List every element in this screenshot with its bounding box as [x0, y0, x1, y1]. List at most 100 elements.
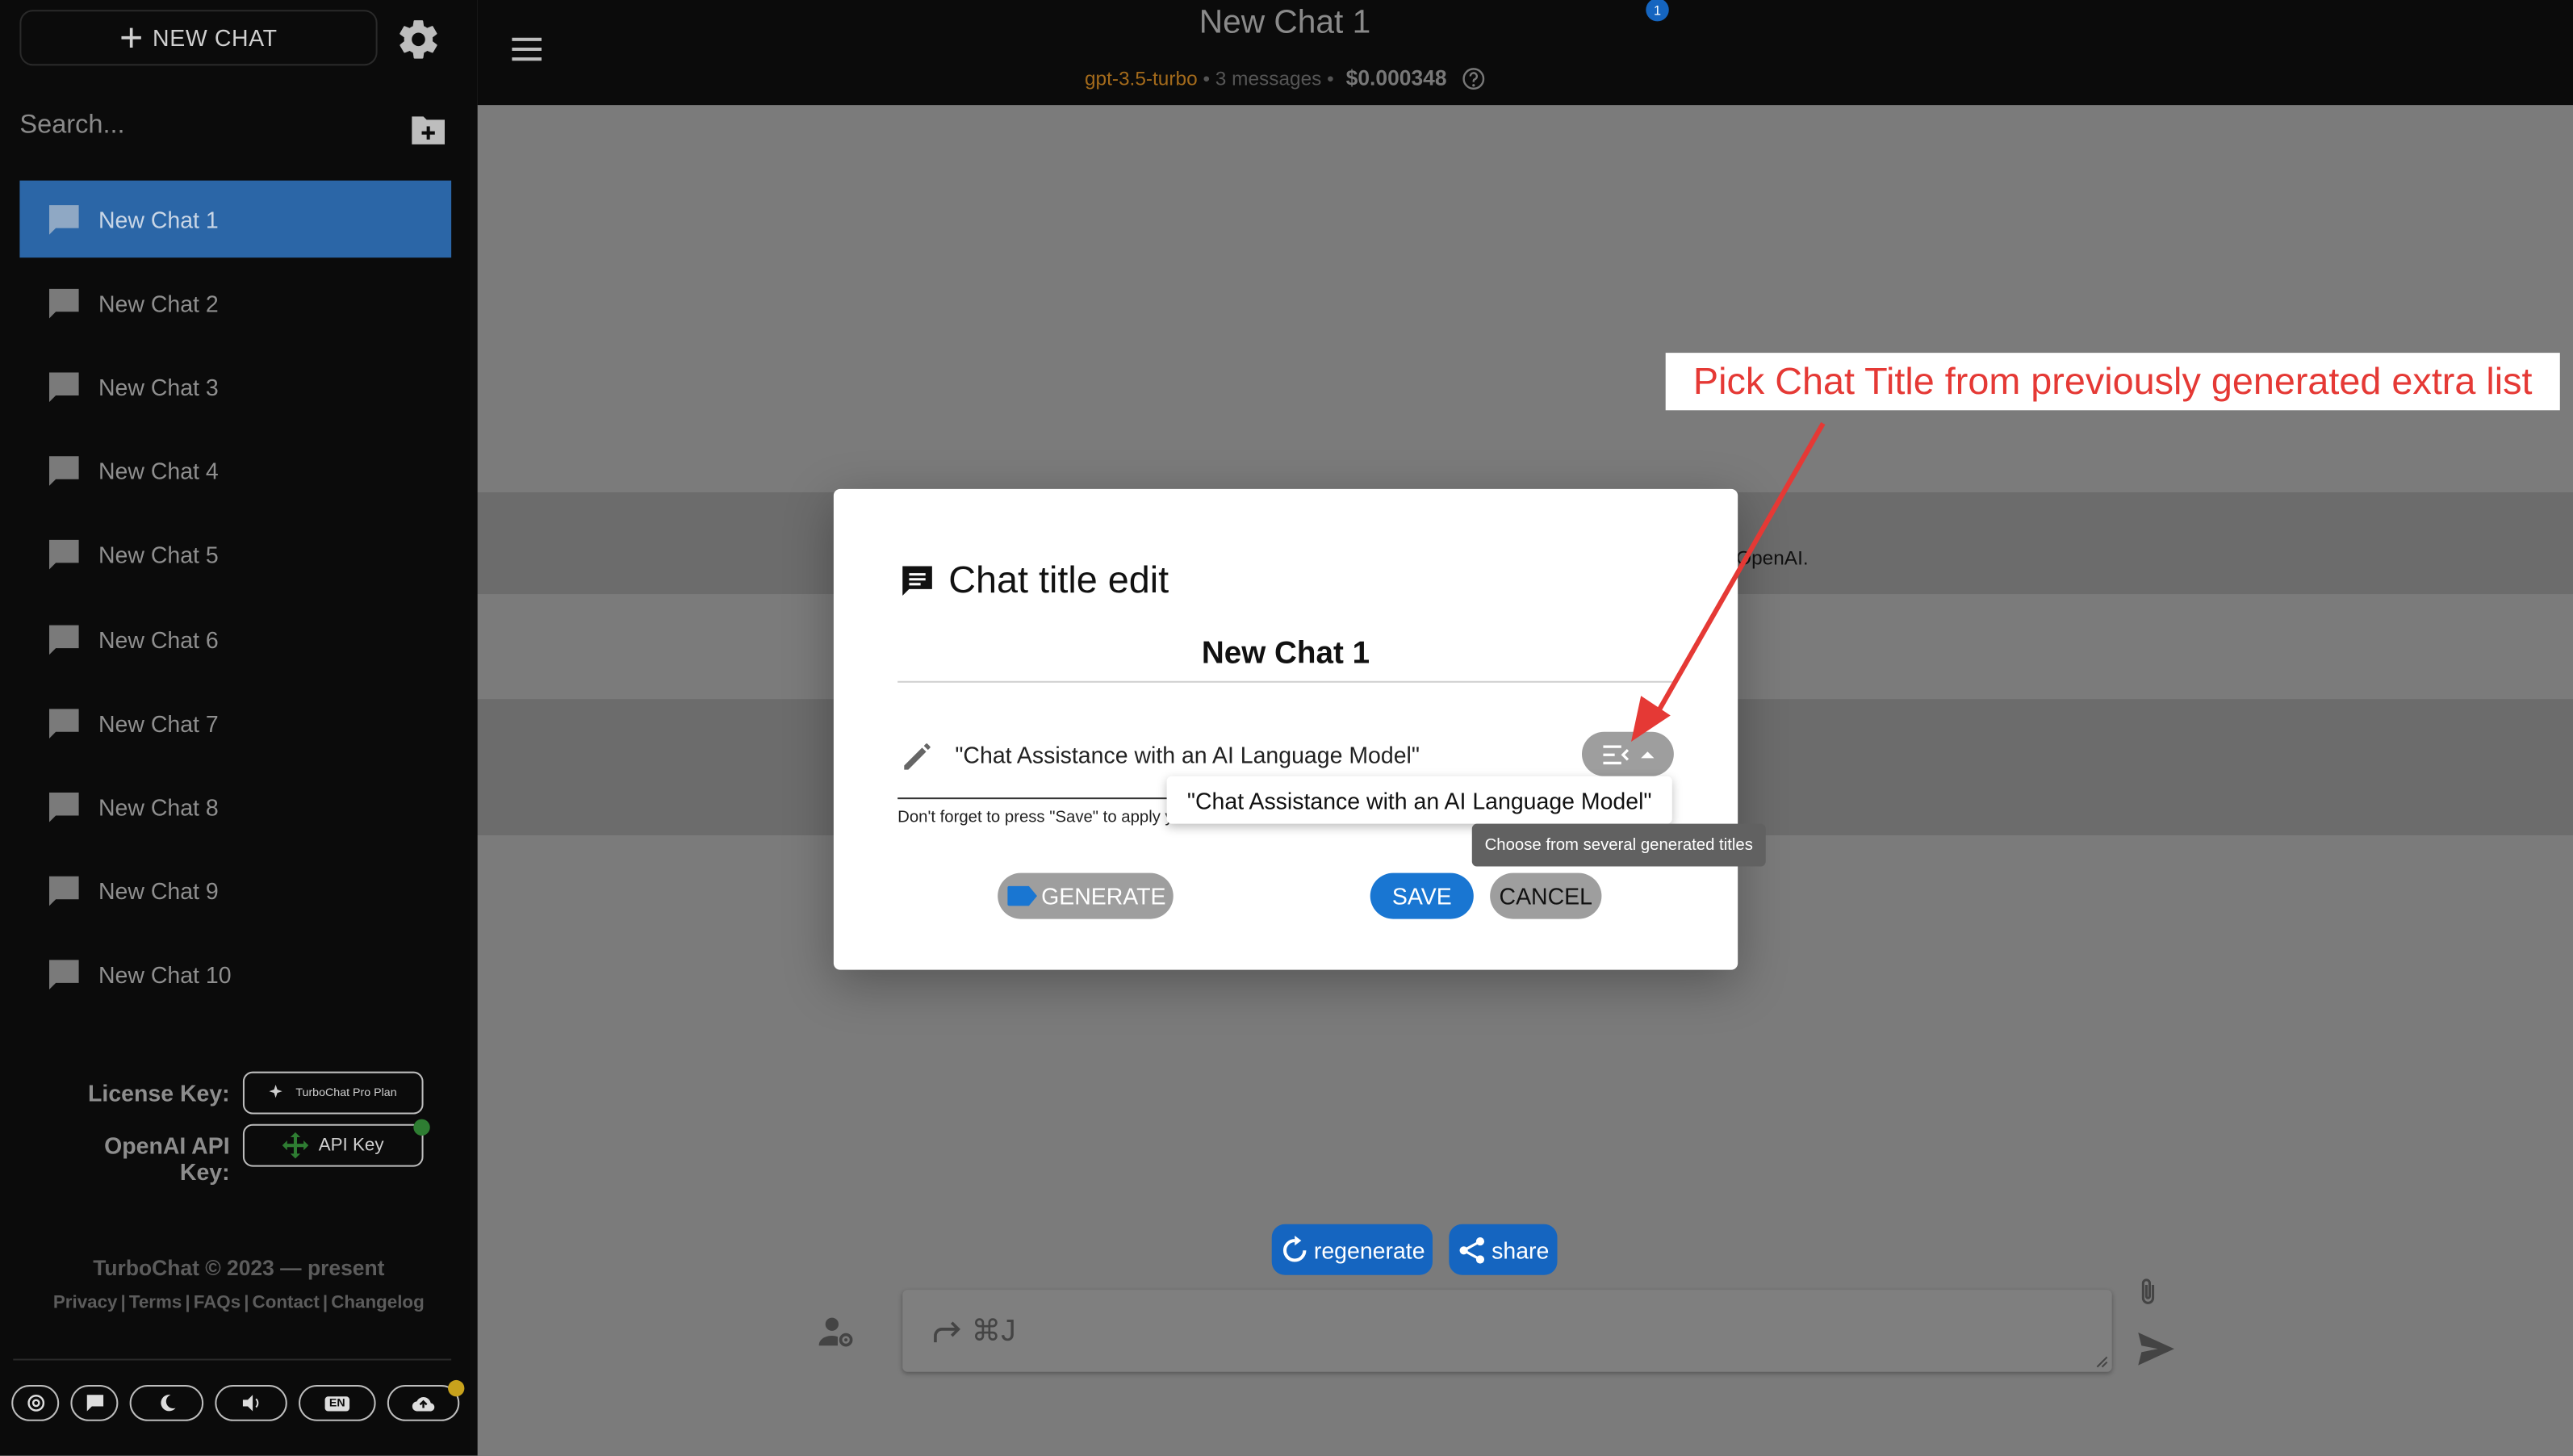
chat-bubble-icon — [48, 204, 79, 234]
pencil-icon — [904, 743, 931, 770]
dialog-title-text: Chat title edit — [948, 558, 1169, 601]
annotation-callout: Pick Chat Title from previously generate… — [1665, 353, 2560, 411]
sidebar-chat-item[interactable]: New Chat 4 — [19, 433, 451, 510]
refresh-icon — [1282, 1234, 1306, 1261]
sidebar: NEW CHAT Search... New Chat 1 New Chat 2 N… — [0, 0, 478, 1456]
save-button[interactable]: SAVE — [1370, 872, 1474, 919]
sidebar-chat-item[interactable]: New Chat 7 — [19, 684, 451, 762]
license-key-button-label: TurboChat Pro Plan — [295, 1086, 397, 1099]
share-button[interactable]: share — [1449, 1224, 1558, 1275]
dialog-title: Chat title edit — [899, 558, 1169, 602]
license-key-button[interactable]: TurboChat Pro Plan — [242, 1071, 424, 1115]
footer-link[interactable]: FAQs — [194, 1293, 241, 1312]
regenerate-label: regenerate — [1313, 1236, 1425, 1263]
generate-button[interactable]: GENERATE — [998, 872, 1174, 919]
user-settings-icon[interactable] — [818, 1316, 856, 1349]
chat-bubble-icon — [48, 792, 79, 822]
message-count: 3 messages — [1215, 67, 1322, 90]
sidebar-chat-item[interactable]: New Chat 2 — [19, 265, 451, 342]
footer-link[interactable]: Contact — [253, 1293, 320, 1312]
sidebar-chat-label: New Chat 1 — [98, 206, 219, 232]
chat-title[interactable]: New Chat 1 — [478, 5, 2093, 43]
new-chat-label: NEW CHAT — [153, 24, 278, 52]
gear-icon[interactable] — [395, 16, 441, 62]
title-input[interactable]: "Chat Assistance with an AI Language Mod… — [955, 742, 1420, 768]
sidebar-chat-item[interactable]: New Chat 3 — [19, 349, 451, 426]
new-chat-button[interactable]: NEW CHAT — [19, 10, 378, 66]
api-key-button[interactable]: API Key — [242, 1123, 424, 1167]
sidebar-chat-label: New Chat 8 — [98, 793, 219, 821]
tooltip: Choose from several generated titles — [1471, 823, 1766, 867]
cancel-button[interactable]: CANCEL — [1490, 872, 1602, 919]
plus-icon — [121, 27, 141, 48]
chat-bubble-icon — [48, 624, 79, 655]
sidebar-chat-item[interactable]: New Chat 9 — [19, 852, 451, 930]
link-separator: | — [120, 1293, 126, 1313]
dark-mode-button[interactable] — [129, 1385, 204, 1421]
chat-bubble-icon — [48, 876, 79, 906]
send-icon[interactable] — [2136, 1331, 2176, 1367]
sidebar-chat-label: New Chat 7 — [98, 709, 219, 737]
message-input-placeholder: ⌘J — [932, 1315, 1016, 1349]
link-separator: | — [244, 1293, 249, 1313]
sidebar-chat-item[interactable]: New Chat 10 — [19, 937, 451, 1015]
help-icon[interactable] — [1462, 67, 1485, 90]
regenerate-button[interactable]: regenerate — [1271, 1224, 1433, 1275]
sidebar-chat-item[interactable]: New Chat 5 — [19, 517, 451, 594]
sidebar-chat-item[interactable]: New Chat 1 — [19, 180, 452, 258]
new-folder-icon[interactable] — [408, 111, 448, 148]
volume-icon — [242, 1395, 259, 1412]
moon-icon — [160, 1395, 175, 1412]
generate-label: GENERATE — [1041, 882, 1166, 910]
footer-link[interactable]: Changelog — [331, 1293, 425, 1312]
sidebar-chat-item[interactable]: New Chat 6 — [19, 600, 451, 678]
generated-title-option[interactable]: "Chat Assistance with an AI Language Mod… — [1166, 776, 1672, 824]
input-underline — [897, 797, 1177, 800]
chat-bubble-icon — [48, 540, 79, 571]
link-separator: | — [185, 1293, 190, 1313]
sidebar-chat-label: New Chat 9 — [98, 877, 219, 905]
chat-bubble-icon — [48, 456, 79, 487]
api-key-button-label: API Key — [318, 1135, 384, 1156]
move-arrows-icon — [282, 1132, 309, 1159]
message-input[interactable]: ⌘J — [902, 1290, 2112, 1372]
share-label: share — [1492, 1236, 1550, 1263]
sidebar-chat-label: New Chat 5 — [98, 542, 219, 569]
at-button[interactable] — [11, 1385, 60, 1421]
footer-link[interactable]: Privacy — [53, 1293, 118, 1312]
save-hint: Don't forget to press "Save" to apply yo… — [897, 809, 1177, 827]
current-chat-name: New Chat 1 — [1201, 636, 1370, 672]
at-icon — [27, 1395, 44, 1412]
cloud-upload-icon — [412, 1397, 435, 1412]
chat-mode-button[interactable] — [70, 1385, 119, 1421]
openai-key-label: OpenAI API Key: — [104, 1132, 230, 1185]
sidebar-chat-item[interactable]: New Chat 8 — [19, 768, 451, 846]
chat-cost: $0.000348 — [1345, 65, 1447, 90]
footer-links: Privacy | Terms | FAQs | Contact | Changelog — [0, 1293, 478, 1312]
label-tag-icon — [1006, 885, 1036, 906]
sidebar-chat-label: New Chat 10 — [98, 962, 232, 989]
search-input[interactable]: Search... — [19, 111, 124, 141]
update-dot — [448, 1379, 465, 1397]
sound-button[interactable] — [215, 1385, 287, 1421]
chat-title-text: New Chat 1 — [1199, 5, 1371, 41]
sidebar-chat-label: New Chat 3 — [98, 374, 219, 400]
chat-bubble-icon — [48, 960, 79, 990]
language-button[interactable]: EN — [299, 1385, 376, 1421]
model-name[interactable]: gpt-3.5-turbo — [1085, 67, 1198, 90]
api-key-status-dot — [413, 1119, 430, 1136]
shortcut-hint: ⌘J — [971, 1314, 1016, 1348]
paperclip-icon[interactable] — [2136, 1277, 2159, 1307]
sidebar-chat-label: New Chat 4 — [98, 458, 219, 484]
sidebar-chat-label: New Chat 2 — [98, 290, 219, 316]
chat-bubble-icon — [902, 565, 932, 596]
top-bar: New Chat 1 1 gpt-3.5-turbo • 3 messages … — [477, 0, 2573, 106]
dialog-divider — [897, 680, 1672, 683]
link-separator: | — [322, 1293, 328, 1313]
chat-icon — [86, 1395, 103, 1412]
footer-link[interactable]: Terms — [129, 1293, 182, 1312]
sparkle-icon — [269, 1084, 283, 1098]
sidebar-divider — [13, 1358, 452, 1361]
chat-meta: gpt-3.5-turbo • 3 messages • $0.000348 — [478, 65, 2093, 90]
resize-handle-icon[interactable] — [2095, 1355, 2108, 1368]
